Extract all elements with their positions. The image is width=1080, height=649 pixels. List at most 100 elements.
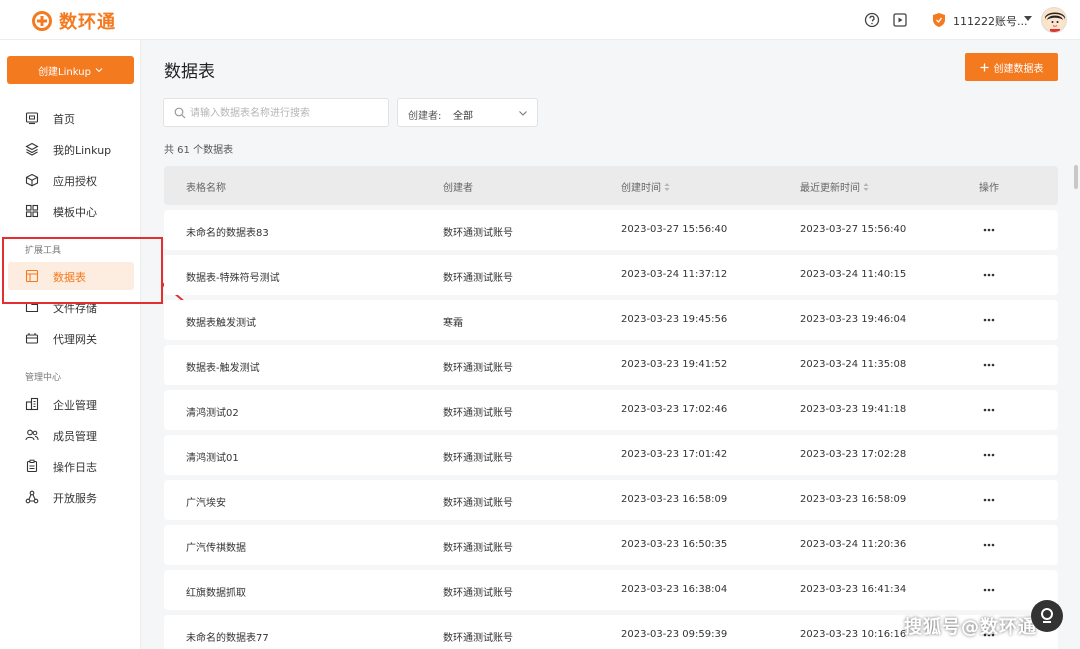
sidebar-item-enterprise[interactable]: 企业管理 (0, 390, 141, 418)
more-actions-icon[interactable] (982, 313, 996, 327)
search-icon (174, 107, 186, 119)
sidebar-item-app-auth[interactable]: 应用授权 (0, 166, 141, 194)
more-actions-icon[interactable] (982, 538, 996, 552)
grid-icon (25, 204, 39, 218)
row-name: 清鸿测试02 (186, 408, 239, 419)
scrollbar[interactable] (1074, 165, 1078, 189)
sidebar-item-label: 应用授权 (53, 175, 97, 188)
search-input[interactable] (190, 104, 380, 122)
more-actions-icon[interactable] (982, 403, 996, 417)
table-row[interactable]: 红旗数据抓取 数环通测试账号 2023-03-23 16:38:04 2023-03-… (164, 570, 1058, 610)
table-row[interactable]: 广汽埃安 数环通测试账号 2023-03-23 16:58:09 2023-03-23… (164, 480, 1058, 520)
row-created-time: 2023-03-23 09:59:39 (621, 629, 728, 640)
avatar[interactable] (1041, 7, 1067, 33)
row-name: 广汽传祺数据 (186, 543, 246, 554)
more-actions-icon[interactable] (982, 223, 996, 237)
column-header-updated[interactable]: 最近更新时间 (800, 179, 869, 194)
org-name[interactable]: 111222账号... (953, 13, 1027, 29)
table-row[interactable]: 数据表-特殊符号测试 数环通测试账号 2023-03-24 11:37:12 2023… (164, 255, 1058, 295)
create-linkup-button[interactable]: 创建Linkup (7, 56, 134, 84)
caret-down-icon[interactable] (1024, 16, 1032, 21)
table-header: 表格名称 创建者 创建时间 最近更新时间 操作 (164, 166, 1058, 205)
row-creator: 数环通测试账号 (443, 543, 513, 554)
sort-icon[interactable] (664, 182, 670, 192)
table-row[interactable]: 数据表触发测试 寒霜 2023-03-23 19:45:56 2023-03-23 1… (164, 300, 1058, 340)
row-name: 数据表-触发测试 (186, 363, 260, 374)
create-table-button[interactable]: 创建数据表 (965, 53, 1058, 81)
sidebar-item-proxy-gateway[interactable]: 代理网关 (0, 324, 141, 352)
avatar-image (1042, 8, 1066, 32)
sidebar-item-label: 代理网关 (53, 333, 97, 346)
create-linkup-label: 创建Linkup (38, 66, 91, 78)
row-creator: 数环通测试账号 (443, 633, 513, 644)
sidebar-item-label: 操作日志 (53, 461, 97, 474)
row-updated-time: 2023-03-23 17:02:28 (800, 449, 907, 460)
sidebar-item-members[interactable]: 成员管理 (0, 421, 141, 449)
more-actions-icon[interactable] (982, 358, 996, 372)
logo-text: 数环通 (59, 12, 116, 33)
table-row[interactable]: 清鸿测试02 数环通测试账号 2023-03-23 17:02:46 2023-03-… (164, 390, 1058, 430)
row-updated-time: 2023-03-23 16:58:09 (800, 494, 907, 505)
row-created-time: 2023-03-23 19:41:52 (621, 359, 728, 370)
row-created-time: 2023-03-23 19:45:56 (621, 314, 728, 325)
row-name: 未命名的数据表83 (186, 228, 269, 239)
creator-filter-select[interactable]: 创建者: 全部 (397, 98, 538, 127)
help-icon[interactable] (864, 12, 880, 28)
top-bar: 数环通 111222账号... (0, 0, 1080, 40)
plus-icon (980, 63, 988, 71)
row-name: 广汽埃安 (186, 498, 226, 509)
more-actions-icon[interactable] (982, 448, 996, 462)
row-created-time: 2023-03-23 17:02:46 (621, 404, 728, 415)
row-creator: 数环通测试账号 (443, 363, 513, 374)
video-tutorial-icon[interactable] (892, 12, 908, 28)
row-updated-time: 2023-03-23 16:41:34 (800, 584, 907, 595)
row-creator: 数环通测试账号 (443, 273, 513, 284)
chevron-down-icon (95, 68, 103, 73)
layers-icon (25, 142, 39, 156)
more-actions-icon[interactable] (982, 583, 996, 597)
create-table-label: 创建数据表 (993, 63, 1044, 75)
gateway-icon (25, 333, 39, 344)
table-row[interactable]: 未命名的数据表83 数环通测试账号 2023-03-27 15:56:40 2023-… (164, 210, 1058, 250)
sidebar-item-home[interactable]: 首页 (0, 104, 141, 132)
row-updated-time: 2023-03-24 11:35:08 (800, 359, 907, 370)
annotation-highlight-box (2, 237, 163, 304)
building-icon (25, 397, 39, 411)
row-updated-time: 2023-03-24 11:20:36 (800, 539, 907, 550)
users-icon (25, 429, 39, 441)
row-updated-time: 2023-03-27 15:56:40 (800, 224, 907, 235)
sidebar-item-my-linkup[interactable]: 我的Linkup (0, 135, 141, 163)
row-creator: 数环通测试账号 (443, 588, 513, 599)
creator-filter-value: 全部 (453, 111, 473, 122)
row-updated-time: 2023-03-23 19:46:04 (800, 314, 907, 325)
floating-action-button[interactable] (1031, 600, 1063, 632)
table-row[interactable]: 清鸿测试01 数环通测试账号 2023-03-23 17:01:42 2023-03-… (164, 435, 1058, 475)
search-box[interactable] (163, 98, 389, 127)
row-created-time: 2023-03-23 16:38:04 (621, 584, 728, 595)
logo[interactable]: 数环通 (31, 8, 116, 34)
row-creator: 数环通测试账号 (443, 453, 513, 464)
row-created-time: 2023-03-23 17:01:42 (621, 449, 728, 460)
sidebar-item-label: 我的Linkup (53, 144, 112, 157)
more-actions-icon[interactable] (982, 493, 996, 507)
creator-filter-label: 创建者: (408, 111, 442, 122)
row-created-time: 2023-03-23 16:50:35 (621, 539, 728, 550)
more-actions-icon[interactable] (982, 268, 996, 282)
row-creator: 数环通测试账号 (443, 498, 513, 509)
sidebar-item-label: 成员管理 (53, 430, 97, 443)
row-name: 未命名的数据表77 (186, 633, 269, 644)
sidebar-item-operation-log[interactable]: 操作日志 (0, 452, 141, 480)
sidebar-item-label: 开放服务 (53, 492, 97, 505)
sidebar-item-templates[interactable]: 模板中心 (0, 197, 141, 225)
table-row[interactable]: 数据表-触发测试 数环通测试账号 2023-03-23 19:41:52 2023-0… (164, 345, 1058, 385)
row-updated-time: 2023-03-23 19:41:18 (800, 404, 907, 415)
row-creator: 数环通测试账号 (443, 228, 513, 239)
sidebar-item-open-service[interactable]: 开放服务 (0, 483, 141, 511)
sidebar-item-label: 首页 (53, 113, 75, 126)
sort-icon[interactable] (863, 182, 869, 192)
row-created-time: 2023-03-24 11:37:12 (621, 269, 728, 280)
column-header-created[interactable]: 创建时间 (621, 179, 670, 194)
row-name: 数据表-特殊符号测试 (186, 273, 280, 284)
page-title: 数据表 (164, 62, 215, 82)
table-row[interactable]: 广汽传祺数据 数环通测试账号 2023-03-23 16:50:35 2023-03-… (164, 525, 1058, 565)
